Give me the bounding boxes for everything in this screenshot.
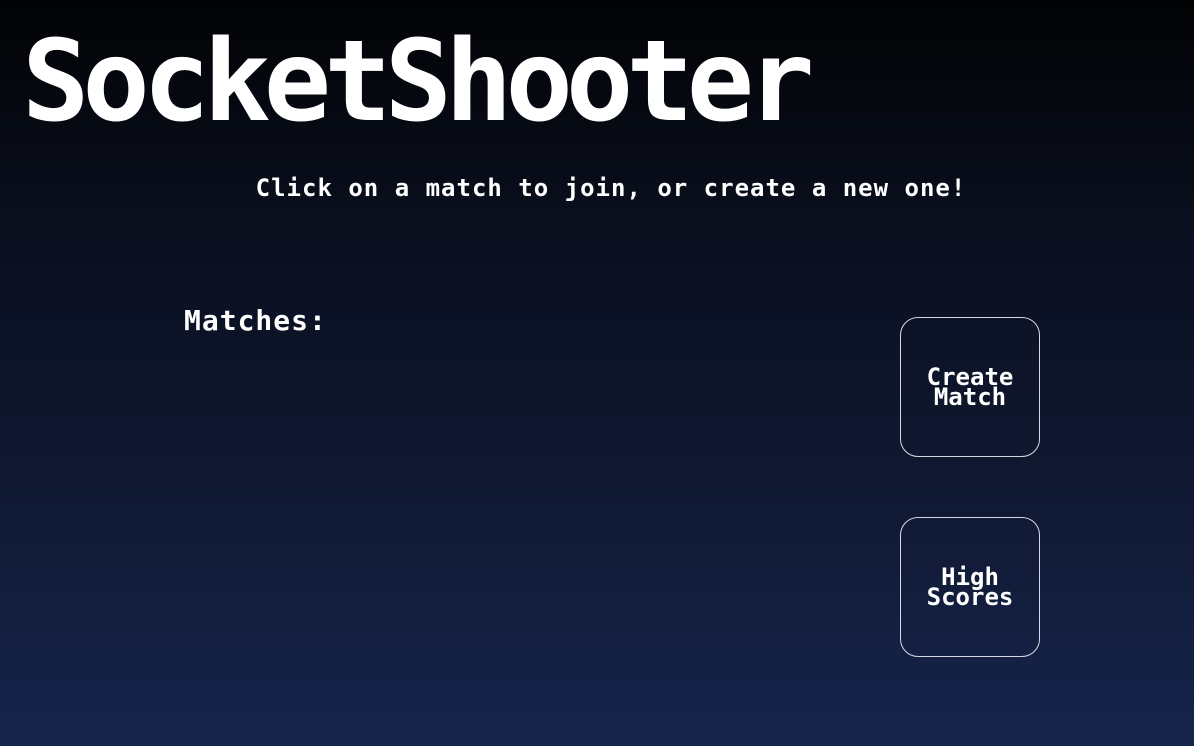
create-match-label-line-2: Match bbox=[933, 383, 1007, 411]
create-match-label: Create Match bbox=[927, 365, 1014, 411]
high-scores-label-line-2: Scores bbox=[926, 583, 1014, 611]
game-title: SocketShooter bbox=[22, 17, 815, 147]
matches-heading: Matches: bbox=[184, 304, 327, 337]
create-match-button[interactable]: Create Match bbox=[900, 317, 1040, 457]
high-scores-button[interactable]: High Scores bbox=[900, 517, 1040, 657]
match-list bbox=[184, 350, 784, 670]
high-scores-label: High Scores bbox=[926, 565, 1014, 611]
instructions-text: Click on a match to join, or create a ne… bbox=[255, 174, 967, 202]
